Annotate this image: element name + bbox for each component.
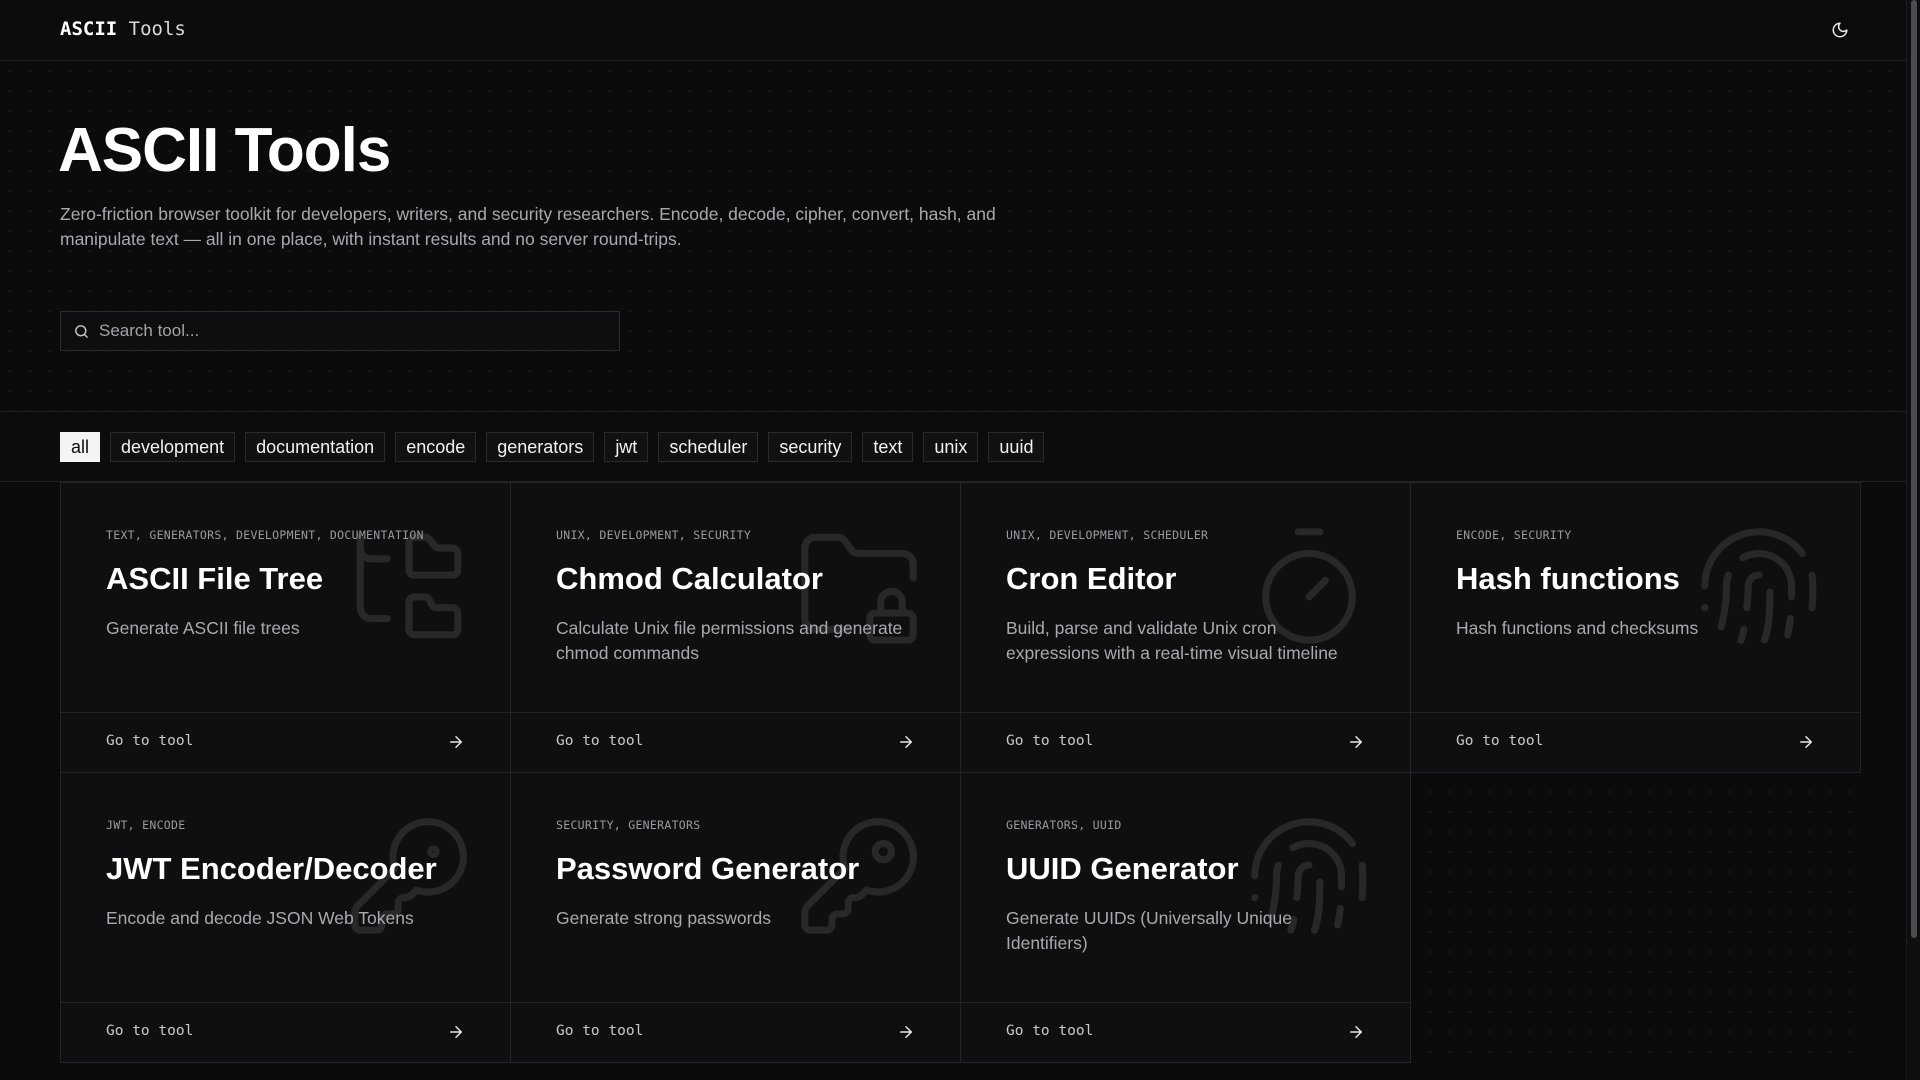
filter-tag-development[interactable]: development [110,432,236,462]
tool-title[interactable]: Hash functions [1456,561,1680,597]
scrollbar[interactable] [1906,0,1920,1080]
tool-card[interactable]: SECURITY, GENERATORS Password Generator Ge… [510,772,961,1063]
theme-toggle-button[interactable] [1826,16,1854,44]
tool-card[interactable]: ENCODE, SECURITY Hash functions Hash funct… [1410,482,1861,773]
go-to-tool-label: Go to tool [106,1023,194,1039]
filter-tag-generators[interactable]: generators [486,432,595,462]
filter-tag-text[interactable]: text [862,432,914,462]
tool-categories: UNIX, DEVELOPMENT, SCHEDULER [1006,528,1209,542]
tool-title[interactable]: Chmod Calculator [556,561,823,597]
go-to-tool-label: Go to tool [1456,733,1544,749]
tool-card[interactable]: UNIX, DEVELOPMENT, SCHEDULER Cron Editor B… [960,482,1411,773]
tool-categories: JWT, ENCODE [106,818,186,832]
page-description: Zero-friction browser toolkit for develo… [60,204,996,249]
tool-card[interactable]: UNIX, DEVELOPMENT, SECURITY Chmod Calcula… [510,482,961,773]
go-to-tool-label: Go to tool [1006,1023,1094,1039]
tool-categories: UNIX, DEVELOPMENT, SECURITY [556,528,752,542]
tool-title[interactable]: ASCII File Tree [106,561,323,597]
go-to-tool-label: Go to tool [1006,733,1094,749]
filter-tag-unix[interactable]: unix [923,432,979,462]
filter-tag-uuid[interactable]: uuid [988,432,1045,462]
tool-card[interactable]: TEXT, GENERATORS, DEVELOPMENT, DOCUMENTA… [60,482,511,773]
go-to-tool-link[interactable]: Go to tool [1411,712,1860,772]
moon-icon [1832,22,1848,38]
go-to-tool-link[interactable]: Go to tool [511,712,960,772]
tool-categories: ENCODE, SECURITY [1456,528,1572,542]
logo-text: Tools [117,18,186,40]
filter-tag-all[interactable]: all [60,432,101,462]
filter-tag-security[interactable]: security [768,432,853,462]
filter-tag-scheduler[interactable]: scheduler [658,432,759,462]
filter-tag-documentation[interactable]: documentation [245,432,386,462]
tool-description: Build, parse and validate Unix cron expr… [1006,618,1338,663]
tool-categories: GENERATORS, UUID [1006,818,1122,832]
tool-categories: SECURITY, GENERATORS [556,818,701,832]
go-to-tool-label: Go to tool [106,733,194,749]
arrow-right-icon [900,736,912,748]
tool-description: Generate ASCII file trees [106,618,300,638]
go-to-tool-link[interactable]: Go to tool [511,1002,960,1062]
tool-card[interactable]: JWT, ENCODE JWT Encoder/Decoder Encode and… [60,772,511,1063]
arrow-right-icon [1350,1026,1362,1038]
arrow-right-icon [1350,736,1362,748]
tool-title[interactable]: JWT Encoder/Decoder [106,851,437,887]
arrow-right-icon [450,1026,462,1038]
search-box[interactable] [60,311,620,351]
go-to-tool-label: Go to tool [556,1023,644,1039]
tool-description: Calculate Unix file permissions and gene… [556,618,903,663]
hero-section: ASCII Tools Zero-friction browser toolki… [0,61,1906,412]
page-title: ASCII Tools [58,116,391,185]
tool-categories: TEXT, GENERATORS, DEVELOPMENT, DOCUMENTA… [106,528,424,542]
tool-description: Generate strong passwords [556,908,771,928]
filter-bar: all development documentation encode generat… [0,412,1906,482]
top-bar: ASCII Tools [0,0,1906,61]
filter-tag-encode[interactable]: encode [395,432,477,462]
tool-description: Encode and decode JSON Web Tokens [106,908,414,928]
filter-tag-jwt[interactable]: jwt [604,432,649,462]
go-to-tool-link[interactable]: Go to tool [61,1002,510,1062]
go-to-tool-link[interactable]: Go to tool [961,712,1410,772]
tool-grid: TEXT, GENERATORS, DEVELOPMENT, DOCUMENTA… [60,482,1861,1063]
tool-title[interactable]: Password Generator [556,851,859,887]
scrollbar-thumb[interactable] [1911,0,1917,938]
tool-title[interactable]: UUID Generator [1006,851,1239,887]
arrow-right-icon [1800,736,1812,748]
logo-bold: ASCII [60,18,118,40]
tool-card[interactable]: GENERATORS, UUID UUID Generator Generate U… [960,772,1411,1063]
filter-tags: all development documentation encode generat… [60,432,1045,462]
search-icon [75,324,88,338]
search-input[interactable] [99,321,599,341]
app-logo[interactable]: ASCII Tools [60,18,186,40]
arrow-right-icon [450,736,462,748]
arrow-right-icon [900,1026,912,1038]
go-to-tool-link[interactable]: Go to tool [61,712,510,772]
go-to-tool-link[interactable]: Go to tool [961,1002,1410,1062]
go-to-tool-label: Go to tool [556,733,644,749]
tool-description: Generate UUIDs (Universally Unique Ident… [1006,908,1292,953]
tool-description: Hash functions and checksums [1456,618,1699,638]
tool-title[interactable]: Cron Editor [1006,561,1177,597]
